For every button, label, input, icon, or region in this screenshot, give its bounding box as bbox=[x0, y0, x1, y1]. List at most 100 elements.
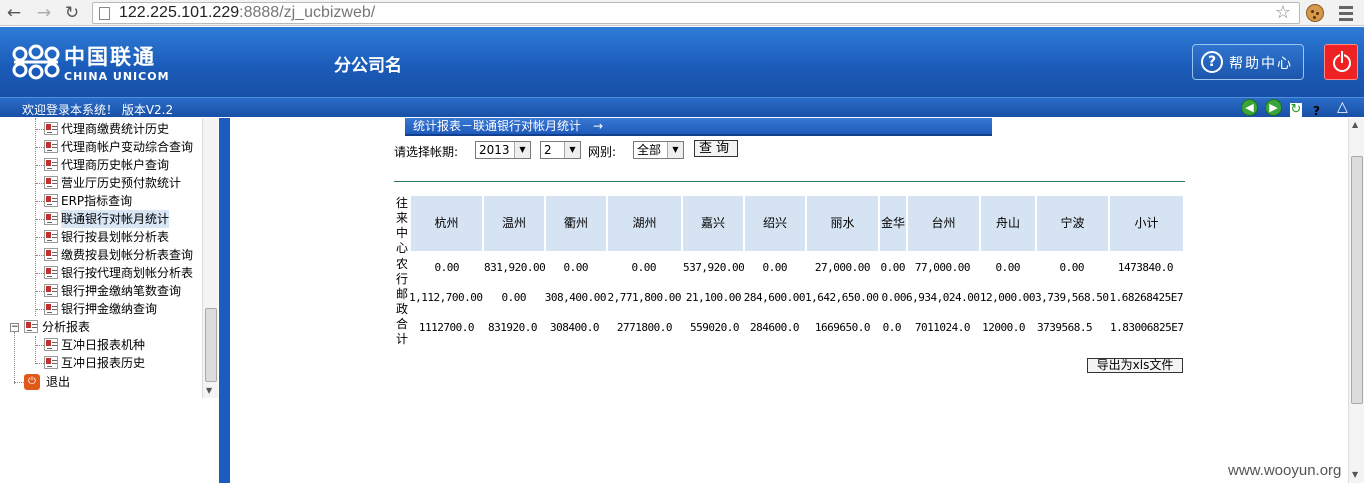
table-cell: 559020.0 bbox=[690, 321, 739, 334]
chevron-down-icon: ▼ bbox=[564, 142, 580, 158]
report-doc-icon bbox=[44, 356, 58, 369]
export-xls-button[interactable]: 导出为xls文件 bbox=[1087, 358, 1183, 373]
table-cell: 12000.0 bbox=[982, 321, 1025, 334]
table-cell: 21,100.00 bbox=[685, 291, 742, 304]
column-header: 嘉兴 bbox=[683, 196, 743, 251]
url-text: 122.225.101.229:8888/zj_ucbizweb/ bbox=[119, 4, 376, 21]
table-cell: 831,920.00 bbox=[484, 261, 546, 274]
row-label: 合计 bbox=[395, 317, 408, 346]
report-doc-icon bbox=[44, 176, 58, 189]
report-doc-icon bbox=[44, 212, 58, 225]
table-cell: 0.00 bbox=[881, 291, 907, 304]
back-arrow-icon[interactable]: ← bbox=[4, 3, 24, 23]
reload-icon[interactable]: ↻ bbox=[62, 3, 82, 23]
separator-line bbox=[394, 181, 1185, 182]
report-doc-icon bbox=[44, 284, 58, 297]
table-cell: 0.00 bbox=[631, 261, 657, 274]
network-select[interactable]: 全部 ▼ bbox=[633, 141, 684, 159]
main-scrollbar[interactable]: ▲ ▼ bbox=[1348, 118, 1364, 483]
column-header: 小计 bbox=[1110, 196, 1183, 251]
table-cell: 0.00 bbox=[995, 261, 1021, 274]
table-cell: 0.00 bbox=[762, 261, 788, 274]
column-header: 金华 bbox=[880, 196, 906, 251]
month-select[interactable]: 2 ▼ bbox=[540, 141, 581, 159]
column-header: 衢州 bbox=[546, 196, 606, 251]
column-header: 绍兴 bbox=[745, 196, 805, 251]
table-cell: 1.83006825E7 bbox=[1110, 321, 1184, 334]
scroll-down-icon[interactable]: ▼ bbox=[206, 386, 212, 395]
table-cell: 308400.0 bbox=[550, 321, 599, 334]
column-header: 台州 bbox=[908, 196, 979, 251]
collapse-group-toggle[interactable]: − bbox=[10, 323, 19, 332]
corner-label: 往来中心 bbox=[395, 196, 408, 255]
table-cell: 1112700.0 bbox=[418, 321, 475, 334]
cookie-extension-icon[interactable] bbox=[1306, 4, 1324, 22]
browser-menu-icon[interactable] bbox=[1336, 3, 1356, 23]
unicom-logo-icon bbox=[12, 44, 60, 80]
table-cell: 0.00 bbox=[1059, 261, 1085, 274]
main-content: 统计报表－联通银行对帐月统计 → 请选择帐期: 2013 ▼ 2 ▼ 网别: 全部 ▼… bbox=[230, 118, 1348, 483]
table-cell: 0.00 bbox=[880, 261, 906, 274]
logo-text-en: CHINA UNICOM bbox=[64, 70, 170, 83]
column-header: 杭州 bbox=[411, 196, 482, 251]
watermark: www.wooyun.org bbox=[1228, 462, 1342, 479]
logout-power-button[interactable] bbox=[1324, 44, 1358, 80]
search-button[interactable]: 查询 bbox=[694, 140, 738, 157]
folder-report-icon bbox=[24, 320, 38, 333]
report-doc-icon bbox=[44, 140, 58, 153]
column-header: 宁波 bbox=[1037, 196, 1108, 251]
help-question-icon[interactable]: ? bbox=[1313, 104, 1320, 118]
report-doc-icon bbox=[44, 302, 58, 315]
network-label: 网别: bbox=[588, 145, 617, 159]
table-cell: 1669650.0 bbox=[814, 321, 871, 334]
table-cell: 2,771,800.00 bbox=[607, 291, 682, 304]
table-cell: 1,112,700.00 bbox=[409, 291, 483, 304]
report-doc-icon bbox=[44, 122, 58, 135]
table-cell: 1473840.0 bbox=[1117, 261, 1174, 274]
scroll-down-icon[interactable]: ▼ bbox=[1352, 470, 1358, 479]
back-green-icon[interactable]: ◀ bbox=[1241, 99, 1258, 116]
table-cell: 12,000.00 bbox=[979, 291, 1036, 304]
table-cell: 0.00 bbox=[563, 261, 589, 274]
year-select[interactable]: 2013 ▼ bbox=[475, 141, 531, 159]
table-cell: 284,600.00 bbox=[743, 291, 806, 304]
main-scroll-thumb[interactable] bbox=[1351, 156, 1363, 404]
report-doc-icon bbox=[44, 338, 58, 351]
refresh-icon[interactable]: ↻ bbox=[1290, 103, 1302, 117]
table-cell: 1.68268425E7 bbox=[1109, 291, 1184, 304]
table-cell: 284600.0 bbox=[750, 321, 799, 334]
column-header: 湖州 bbox=[608, 196, 681, 251]
column-header: 舟山 bbox=[981, 196, 1035, 251]
report-doc-icon bbox=[44, 248, 58, 261]
forward-green-icon[interactable]: ▶ bbox=[1265, 99, 1282, 116]
table-cell: 27,000.00 bbox=[814, 261, 871, 274]
sidebar-scroll-thumb[interactable] bbox=[205, 308, 217, 382]
table-cell: 77,000.00 bbox=[914, 261, 971, 274]
collapse-icon[interactable]: △ bbox=[1337, 99, 1348, 115]
page-icon bbox=[99, 7, 110, 20]
table-cell: 2771800.0 bbox=[616, 321, 673, 334]
period-label: 请选择帐期: bbox=[394, 145, 459, 159]
welcome-text: 欢迎登录本系统！ 版本V2.2 bbox=[22, 103, 174, 117]
help-center-button[interactable]: ? 帮助中心 bbox=[1192, 44, 1304, 80]
bookmark-star-icon[interactable]: ☆ bbox=[1275, 3, 1291, 23]
scroll-up-icon[interactable]: ▲ bbox=[1352, 120, 1358, 129]
report-doc-icon bbox=[44, 230, 58, 243]
table-cell: 537,920.00 bbox=[683, 261, 745, 274]
table-cell: 7011024.0 bbox=[914, 321, 971, 334]
help-center-label: 帮助中心 bbox=[1229, 56, 1293, 72]
sidebar-nav: 代理商缴费统计历史 代理商帐户变动综合查询 代理商历史帐户查询 营业厅历史预付款… bbox=[0, 118, 218, 398]
table-cell: 831920.0 bbox=[488, 321, 537, 334]
table-cell: 6,934,024.00 bbox=[906, 291, 980, 304]
report-doc-icon bbox=[44, 266, 58, 279]
frame-divider[interactable] bbox=[219, 118, 230, 483]
table-cell: 3,739,568.50 bbox=[1035, 291, 1109, 304]
browser-toolbar: ← → ↻ 122.225.101.229:8888/zj_ucbizweb/ … bbox=[0, 0, 1364, 26]
row-label: 农行 bbox=[395, 257, 408, 286]
chevron-down-icon: ▼ bbox=[667, 142, 683, 158]
forward-arrow-icon[interactable]: → bbox=[34, 3, 54, 23]
logo-text-cn: 中国联通 bbox=[64, 45, 156, 69]
sidebar-scrollbar[interactable]: ▼ bbox=[202, 118, 218, 398]
address-bar[interactable]: 122.225.101.229:8888/zj_ucbizweb/ ☆ bbox=[92, 2, 1300, 24]
company-name: 分公司名 bbox=[334, 56, 402, 76]
